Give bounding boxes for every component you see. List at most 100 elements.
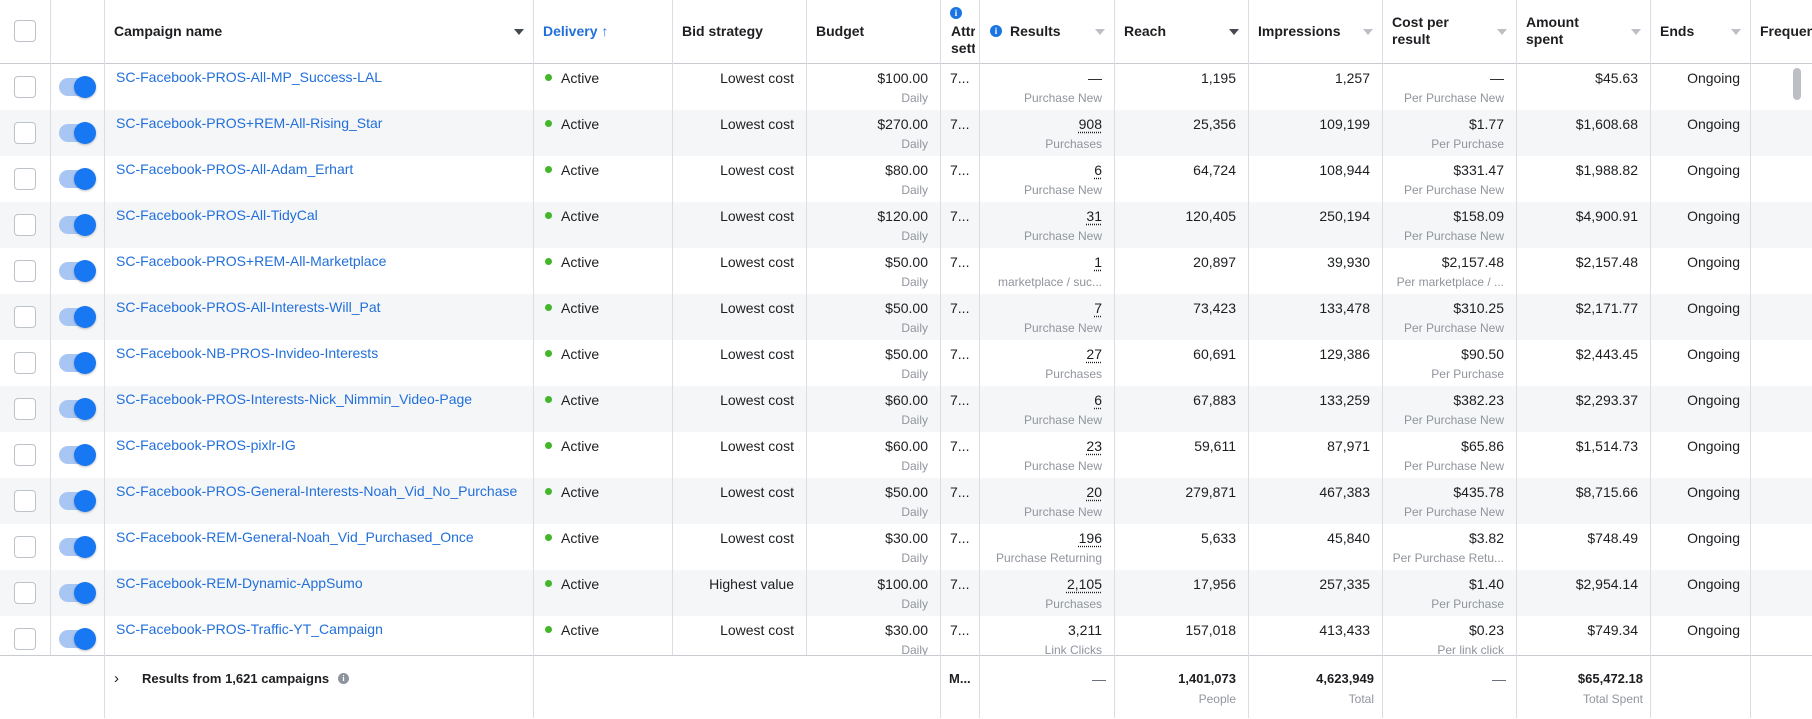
budget-value[interactable]: $100.00: [814, 576, 928, 592]
budget-value[interactable]: $80.00: [814, 162, 928, 178]
campaign-on-off-toggle[interactable]: [59, 628, 96, 650]
campaign-on-off-toggle[interactable]: [59, 306, 96, 328]
expand-chevron-icon[interactable]: ›: [114, 671, 119, 687]
row-select-checkbox[interactable]: [14, 214, 36, 236]
row-select-checkbox[interactable]: [14, 582, 36, 604]
table-row[interactable]: SC-Facebook-PROS-pixlr-IG Active Lowest …: [0, 432, 1812, 478]
campaign-name-link[interactable]: SC-Facebook-PROS+REM-All-Marketplace: [116, 253, 386, 269]
results-value[interactable]: 908: [987, 116, 1102, 132]
campaign-on-off-toggle[interactable]: [59, 490, 96, 512]
column-header-ends[interactable]: Ends: [1660, 23, 1694, 40]
campaign-on-off-toggle[interactable]: [59, 352, 96, 374]
column-header-campaign-name[interactable]: Campaign name: [114, 23, 222, 40]
column-header-amount-spent[interactable]: Amount spent: [1526, 14, 1579, 48]
row-select-checkbox[interactable]: [14, 444, 36, 466]
row-select-checkbox[interactable]: [14, 76, 36, 98]
campaign-name-link[interactable]: SC-Facebook-PROS-pixlr-IG: [116, 437, 296, 453]
row-select-checkbox[interactable]: [14, 122, 36, 144]
row-select-checkbox[interactable]: [14, 168, 36, 190]
campaign-name-link[interactable]: SC-Facebook-REM-General-Noah_Vid_Purchas…: [116, 529, 474, 545]
results-value[interactable]: 1: [987, 254, 1102, 270]
select-all-checkbox[interactable]: [14, 20, 36, 42]
table-row[interactable]: SC-Facebook-PROS+REM-All-Marketplace Act…: [0, 248, 1812, 294]
budget-value[interactable]: $100.00: [814, 70, 928, 86]
campaign-name-link[interactable]: SC-Facebook-PROS-All-Interests-Will_Pat: [116, 299, 381, 315]
campaign-name-link[interactable]: SC-Facebook-PROS-All-MP_Success-LAL: [116, 69, 382, 85]
campaign-name-link[interactable]: SC-Facebook-NB-PROS-Invideo-Interests: [116, 345, 378, 361]
table-row[interactable]: SC-Facebook-PROS-All-Interests-Will_Pat …: [0, 294, 1812, 340]
budget-value[interactable]: $50.00: [814, 254, 928, 270]
campaign-name-link[interactable]: SC-Facebook-PROS-Traffic-YT_Campaign: [116, 621, 383, 637]
impressions-sort-icon[interactable]: [1363, 29, 1373, 35]
results-value[interactable]: 31: [987, 208, 1102, 224]
results-value[interactable]: 6: [987, 392, 1102, 408]
results-value[interactable]: 20: [987, 484, 1102, 500]
results-value[interactable]: 27: [987, 346, 1102, 362]
table-row[interactable]: SC-Facebook-PROS+REM-All-Rising_Star Act…: [0, 110, 1812, 156]
budget-value[interactable]: $60.00: [814, 392, 928, 408]
campaign-on-off-toggle[interactable]: [59, 398, 96, 420]
row-select-checkbox[interactable]: [14, 306, 36, 328]
column-header-frequency[interactable]: Frequen: [1760, 23, 1812, 40]
results-info-icon[interactable]: i: [990, 25, 1002, 37]
campaign-on-off-toggle[interactable]: [59, 76, 96, 98]
row-select-checkbox[interactable]: [14, 398, 36, 420]
table-row[interactable]: SC-Facebook-PROS-All-TidyCal Active Lowe…: [0, 202, 1812, 248]
table-row[interactable]: SC-Facebook-NB-PROS-Invideo-Interests Ac…: [0, 340, 1812, 386]
amount-spent-sort-icon[interactable]: [1631, 29, 1641, 35]
vertical-scrollbar-thumb[interactable]: [1793, 68, 1801, 100]
results-value[interactable]: 196: [987, 530, 1102, 546]
campaign-name-link[interactable]: SC-Facebook-PROS+REM-All-Rising_Star: [116, 115, 382, 131]
column-header-cost-per-result[interactable]: Cost per result: [1392, 14, 1449, 48]
column-header-bid-strategy[interactable]: Bid strategy: [682, 23, 763, 40]
cost-per-result-sort-icon[interactable]: [1497, 29, 1507, 35]
column-header-budget[interactable]: Budget: [816, 23, 864, 40]
results-value[interactable]: 23: [987, 438, 1102, 454]
budget-value[interactable]: $50.00: [814, 484, 928, 500]
campaign-name-link[interactable]: SC-Facebook-REM-Dynamic-AppSumo: [116, 575, 363, 591]
table-row[interactable]: SC-Facebook-PROS-All-Adam_Erhart Active …: [0, 156, 1812, 202]
campaign-name-link[interactable]: SC-Facebook-PROS-All-Adam_Erhart: [116, 161, 353, 177]
results-summary-info-icon[interactable]: i: [338, 673, 349, 684]
row-select-checkbox[interactable]: [14, 628, 36, 650]
results-value[interactable]: 2,105: [987, 576, 1102, 592]
results-value[interactable]: 3,211: [987, 622, 1102, 638]
attribution-info-icon[interactable]: i: [950, 7, 962, 19]
campaign-on-off-toggle[interactable]: [59, 582, 96, 604]
table-row[interactable]: SC-Facebook-REM-Dynamic-AppSumo Active H…: [0, 570, 1812, 616]
table-row[interactable]: SC-Facebook-PROS-All-MP_Success-LAL Acti…: [0, 64, 1812, 110]
campaign-name-link[interactable]: SC-Facebook-PROS-Interests-Nick_Nimmin_V…: [116, 391, 472, 407]
row-select-checkbox[interactable]: [14, 536, 36, 558]
results-value[interactable]: —: [987, 70, 1102, 86]
column-header-results[interactable]: Results: [1010, 23, 1061, 40]
campaign-name-link[interactable]: SC-Facebook-PROS-General-Interests-Noah_…: [116, 483, 517, 499]
ends-sort-icon[interactable]: [1731, 29, 1741, 35]
campaign-on-off-toggle[interactable]: [59, 444, 96, 466]
campaign-name-sort-icon[interactable]: [514, 29, 524, 35]
table-row[interactable]: SC-Facebook-PROS-Interests-Nick_Nimmin_V…: [0, 386, 1812, 432]
campaign-name-link[interactable]: SC-Facebook-PROS-All-TidyCal: [116, 207, 318, 223]
column-header-impressions[interactable]: Impressions: [1258, 23, 1340, 40]
budget-value[interactable]: $120.00: [814, 208, 928, 224]
results-value[interactable]: 6: [987, 162, 1102, 178]
table-row[interactable]: SC-Facebook-REM-General-Noah_Vid_Purchas…: [0, 524, 1812, 570]
campaign-on-off-toggle[interactable]: [59, 536, 96, 558]
results-value[interactable]: 7: [987, 300, 1102, 316]
campaign-on-off-toggle[interactable]: [59, 168, 96, 190]
budget-value[interactable]: $30.00: [814, 530, 928, 546]
row-select-checkbox[interactable]: [14, 490, 36, 512]
campaign-on-off-toggle[interactable]: [59, 122, 96, 144]
campaign-on-off-toggle[interactable]: [59, 260, 96, 282]
results-sort-icon[interactable]: [1095, 29, 1105, 35]
column-header-reach[interactable]: Reach: [1124, 23, 1166, 40]
column-header-attribution[interactable]: Attr sett: [951, 23, 975, 57]
row-select-checkbox[interactable]: [14, 352, 36, 374]
reach-sort-icon[interactable]: [1229, 29, 1239, 35]
row-select-checkbox[interactable]: [14, 260, 36, 282]
table-row[interactable]: SC-Facebook-PROS-General-Interests-Noah_…: [0, 478, 1812, 524]
column-header-delivery[interactable]: Delivery ↑: [543, 23, 608, 40]
budget-value[interactable]: $60.00: [814, 438, 928, 454]
budget-value[interactable]: $270.00: [814, 116, 928, 132]
budget-value[interactable]: $50.00: [814, 300, 928, 316]
budget-value[interactable]: $30.00: [814, 622, 928, 638]
